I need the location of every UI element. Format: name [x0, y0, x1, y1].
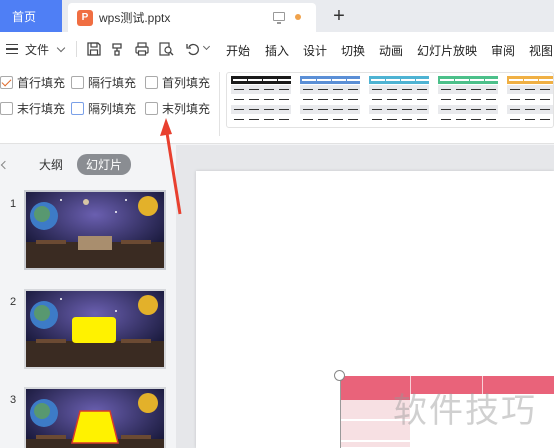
pptx-file-icon: P: [77, 9, 93, 26]
watermark-text: 软件技巧: [393, 391, 537, 431]
table-style-gallery: [226, 72, 554, 128]
file-menu[interactable]: 文件: [25, 41, 49, 58]
ribbon-table-style: 首行填充 隔行填充 首列填充 末行填充 隔列填充 末列填充: [0, 66, 554, 144]
undo-icon[interactable]: [185, 41, 201, 57]
slide-number: 2: [10, 296, 17, 308]
menu-review[interactable]: 审阅: [491, 42, 515, 59]
divider: [76, 41, 77, 57]
option-first-row-fill[interactable]: 首行填充: [0, 74, 65, 91]
menu-start[interactable]: 开始: [226, 42, 250, 59]
print-preview-icon[interactable]: [158, 41, 174, 57]
slide-panel: 大纲 幻灯片 1 2 3: [0, 145, 176, 448]
checkbox[interactable]: [145, 76, 158, 89]
slide-thumbnail-1[interactable]: [24, 190, 166, 270]
option-banded-rows[interactable]: 隔行填充: [71, 74, 136, 91]
table-style-thumbnail[interactable]: [438, 76, 499, 124]
tab-bar: 首页 P wps测试.pptx +: [0, 0, 554, 32]
menu-animation[interactable]: 动画: [379, 42, 403, 59]
slide-thumbnail-2[interactable]: [24, 289, 166, 369]
hamburger-menu-icon[interactable]: [6, 44, 18, 54]
checkbox[interactable]: [71, 102, 84, 115]
unsaved-dot-icon: [295, 14, 301, 20]
menu-slideshow[interactable]: 幻灯片放映: [417, 42, 477, 59]
option-last-column-fill[interactable]: 末列填充: [145, 100, 210, 117]
slide-thumbnail-3[interactable]: [24, 387, 166, 448]
chevron-down-icon[interactable]: [56, 43, 66, 53]
tab-slides[interactable]: 幻灯片: [77, 154, 132, 175]
table-style-thumbnail[interactable]: [300, 76, 361, 124]
table-style-thumbnail[interactable]: [507, 76, 553, 124]
option-banded-columns[interactable]: 隔列填充: [71, 100, 136, 117]
monitor-icon[interactable]: [273, 12, 285, 24]
checkbox[interactable]: [0, 102, 13, 115]
option-first-column-fill[interactable]: 首列填充: [145, 74, 210, 91]
resize-handle[interactable]: [334, 370, 345, 381]
menu-insert[interactable]: 插入: [265, 42, 289, 59]
document-name: wps测试.pptx: [99, 11, 171, 25]
new-tab-button[interactable]: +: [326, 3, 352, 29]
save-icon[interactable]: [86, 41, 102, 57]
tab-home-label: 首页: [12, 9, 37, 24]
format-painter-icon[interactable]: [110, 41, 126, 57]
collapse-panel-icon[interactable]: [0, 160, 10, 170]
menu-transition[interactable]: 切换: [341, 42, 365, 59]
slide-number: 1: [10, 198, 17, 210]
tab-outline[interactable]: 大纲: [39, 156, 63, 173]
menu-bar: 文件 开始 插入 设计 切换 动画 幻灯片放映 审阅 视图: [0, 32, 554, 66]
table-style-thumbnail[interactable]: [231, 76, 292, 124]
tab-home[interactable]: 首页: [0, 0, 62, 32]
table-style-thumbnail[interactable]: [369, 76, 430, 124]
checkbox[interactable]: [71, 76, 84, 89]
menu-design[interactable]: 设计: [303, 42, 327, 59]
menu-view[interactable]: 视图: [529, 42, 553, 59]
annotation-arrow-icon: [160, 118, 182, 215]
selection-border: [340, 376, 341, 448]
checkbox-checked[interactable]: [0, 76, 13, 89]
table-row[interactable]: [340, 442, 410, 448]
checkbox[interactable]: [145, 102, 158, 115]
divider: [219, 72, 220, 136]
slide-number: 3: [10, 394, 17, 406]
undo-chevron-icon[interactable]: [202, 42, 211, 51]
option-last-row-fill[interactable]: 末行填充: [0, 100, 65, 117]
print-icon[interactable]: [134, 41, 150, 57]
tab-document[interactable]: P wps测试.pptx: [68, 3, 316, 32]
